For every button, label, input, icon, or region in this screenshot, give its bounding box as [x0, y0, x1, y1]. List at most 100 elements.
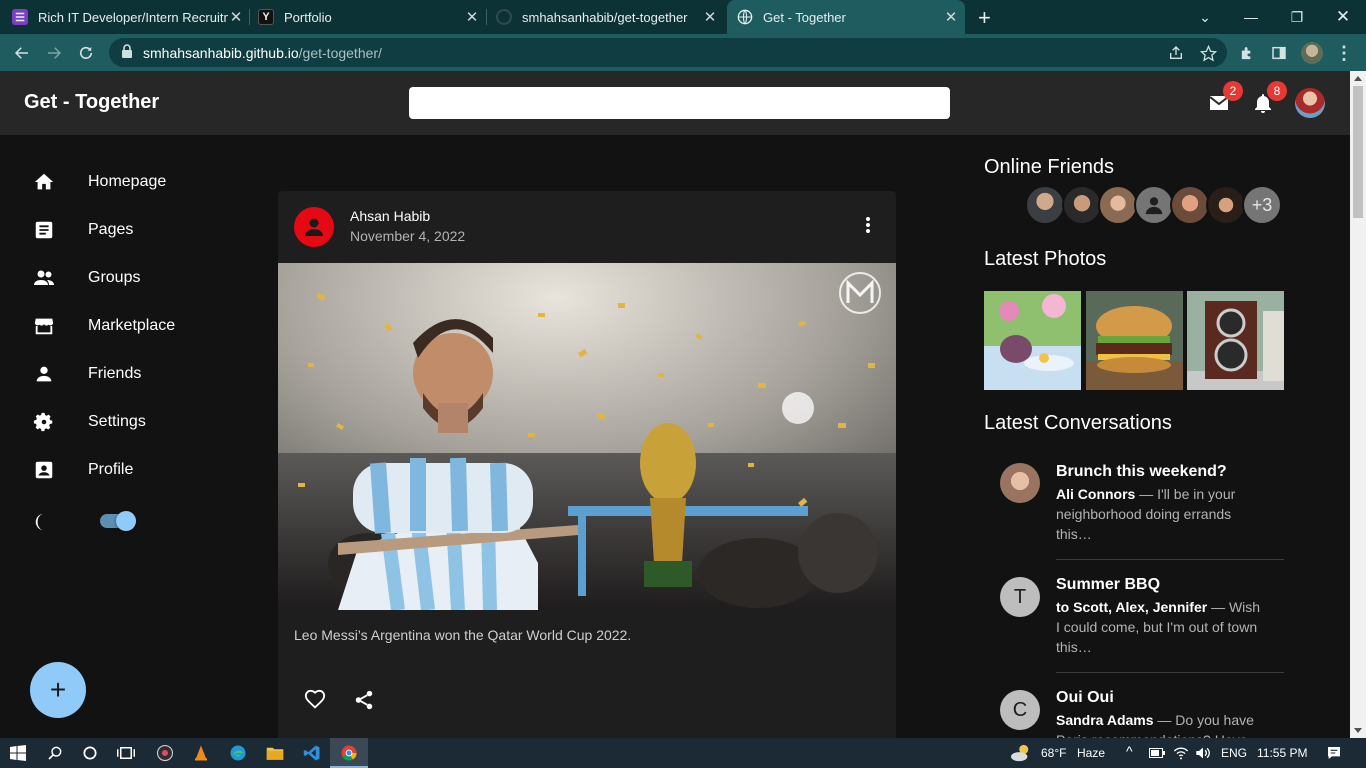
- tab-github[interactable]: smhahsanhabib/get-together ✕: [496, 0, 718, 34]
- friend-avatar[interactable]: [1062, 185, 1102, 225]
- post-author-avatar[interactable]: [294, 207, 334, 247]
- clock[interactable]: 11:55 PM: [1257, 746, 1307, 760]
- weather-desc[interactable]: Haze: [1077, 746, 1105, 760]
- sidebar-item-profile[interactable]: Profile: [32, 456, 133, 484]
- reload-icon[interactable]: [73, 40, 99, 66]
- obs-app-icon[interactable]: [154, 742, 176, 764]
- tab-get-together[interactable]: Get - Together ✕: [727, 0, 965, 34]
- vscode-app-icon[interactable]: [301, 742, 323, 764]
- chrome-app-icon: [338, 742, 360, 764]
- conversation-preview[interactable]: Ali Connors — I'll be in your neighborho…: [1056, 484, 1266, 544]
- volume-icon[interactable]: [1192, 742, 1214, 764]
- cortana-icon[interactable]: [79, 742, 101, 764]
- task-view-icon[interactable]: [115, 742, 137, 764]
- extensions-icon[interactable]: [1236, 42, 1258, 64]
- page-scrollbar[interactable]: [1350, 71, 1366, 738]
- mail-icon[interactable]: 2: [1205, 81, 1243, 117]
- close-icon[interactable]: ✕: [228, 8, 244, 26]
- post-caption: Leo Messi’s Argentina won the Qatar Worl…: [294, 627, 632, 643]
- tab-portfolio[interactable]: Y Portfolio ✕: [258, 0, 480, 34]
- more-friends-count[interactable]: +3: [1242, 185, 1282, 225]
- conversation-title[interactable]: Oui Oui: [1056, 689, 1114, 707]
- friend-avatar[interactable]: [1170, 185, 1210, 225]
- weather-icon[interactable]: [1010, 742, 1032, 764]
- friend-avatar[interactable]: [1098, 185, 1138, 225]
- post-card: Ahsan Habib November 4, 2022 Leo Messi’s…: [278, 191, 896, 738]
- back-icon[interactable]: [9, 40, 35, 66]
- tab-search-icon[interactable]: ⌄: [1182, 0, 1228, 34]
- latest-photo[interactable]: [1187, 291, 1284, 390]
- bookmark-star-icon[interactable]: [1197, 42, 1219, 64]
- notification-bell-icon[interactable]: 8: [1249, 81, 1287, 117]
- profile-avatar[interactable]: [1301, 42, 1323, 64]
- friend-avatar-placeholder[interactable]: [1134, 185, 1174, 225]
- url-field[interactable]: smhahsanhabib.github.io/get-together/: [109, 38, 1227, 67]
- conversation-avatar[interactable]: C: [1000, 690, 1040, 730]
- heart-icon[interactable]: [302, 687, 328, 713]
- friend-avatar[interactable]: [1206, 185, 1246, 225]
- battery-icon[interactable]: [1146, 742, 1168, 764]
- globe-icon: [737, 9, 753, 25]
- chrome-taskbar-active[interactable]: [330, 738, 368, 768]
- tab-recruitment[interactable]: ☰ Rich IT Developer/Intern Recruitm ✕: [12, 0, 244, 34]
- sidebar-item-settings[interactable]: Settings: [32, 408, 146, 436]
- close-icon[interactable]: ✕: [702, 8, 718, 26]
- scrollbar-thumb[interactable]: [1353, 86, 1363, 218]
- address-toolbar: smhahsanhabib.github.io/get-together/ ⋮: [0, 34, 1366, 71]
- conversation-preview[interactable]: to Scott, Alex, Jennifer — Wish I could …: [1056, 597, 1266, 657]
- notification-center-icon[interactable]: [1323, 742, 1345, 764]
- close-icon[interactable]: ✕: [943, 8, 959, 26]
- forward-icon[interactable]: [41, 40, 67, 66]
- latest-photo[interactable]: [1086, 291, 1183, 390]
- weather-temp[interactable]: 68°F: [1041, 746, 1066, 760]
- sidebar-item-pages[interactable]: Pages: [32, 216, 133, 244]
- post-author-name[interactable]: Ahsan Habib: [350, 208, 430, 224]
- scroll-down-arrow[interactable]: [1354, 728, 1362, 733]
- tray-chevron-up-icon[interactable]: ^: [1126, 743, 1133, 759]
- close-icon[interactable]: ✕: [464, 8, 480, 26]
- more-vert-icon[interactable]: [856, 213, 880, 237]
- sidebar-item-friends[interactable]: Friends: [32, 360, 141, 388]
- search-icon[interactable]: [44, 742, 66, 764]
- new-tab-button[interactable]: +: [978, 5, 991, 31]
- language-indicator[interactable]: ENG: [1221, 746, 1247, 760]
- file-explorer-icon[interactable]: [264, 742, 286, 764]
- conversation-avatar[interactable]: T: [1000, 577, 1040, 617]
- add-post-button[interactable]: +: [30, 662, 86, 718]
- notification-badge: 8: [1267, 81, 1287, 101]
- conversation-avatar[interactable]: [1000, 463, 1040, 503]
- windows-taskbar: 68°F Haze ^ ENG 11:55 PM: [0, 738, 1366, 768]
- edge-app-icon[interactable]: [227, 742, 249, 764]
- sidebar-item-homepage[interactable]: Homepage: [32, 168, 166, 196]
- user-avatar[interactable]: [1295, 88, 1325, 118]
- latest-photo[interactable]: [984, 291, 1081, 390]
- scroll-up-arrow[interactable]: [1354, 76, 1362, 81]
- search-input[interactable]: [409, 87, 950, 119]
- conversation-title[interactable]: Brunch this weekend?: [1056, 463, 1227, 481]
- minimize-button[interactable]: —: [1228, 0, 1274, 34]
- menu-kebab-icon[interactable]: ⋮: [1333, 42, 1355, 64]
- person-icon: [1145, 197, 1163, 215]
- windows-start-icon[interactable]: [7, 742, 29, 764]
- vlc-app-icon[interactable]: [190, 742, 212, 764]
- dark-mode-toggle[interactable]: [100, 511, 136, 531]
- conversation-title[interactable]: Summer BBQ: [1056, 576, 1160, 594]
- app-header: Get - Together 2 8: [0, 71, 1350, 135]
- share-icon[interactable]: [351, 687, 377, 713]
- github-icon: [496, 9, 512, 25]
- side-panel-icon[interactable]: [1268, 42, 1290, 64]
- friend-avatar[interactable]: [1025, 185, 1065, 225]
- conversation-divider: [1056, 559, 1284, 560]
- sidebar-item-groups[interactable]: Groups: [32, 264, 140, 292]
- storefront-icon: [32, 314, 56, 338]
- sidebar-item-marketplace[interactable]: Marketplace: [32, 312, 175, 340]
- share-icon[interactable]: [1165, 42, 1187, 64]
- close-window-button[interactable]: ✕: [1320, 0, 1366, 34]
- brand-title[interactable]: Get - Together: [24, 91, 159, 114]
- restore-button[interactable]: ❐: [1274, 0, 1320, 34]
- url-host: smhahsanhabib.github.io: [143, 44, 299, 61]
- conversation-preview[interactable]: Sandra Adams — Do you have Paris recomme…: [1056, 710, 1266, 738]
- wifi-icon[interactable]: [1170, 742, 1192, 764]
- url-path: /get-together/: [298, 44, 382, 61]
- gear-icon: [32, 410, 56, 434]
